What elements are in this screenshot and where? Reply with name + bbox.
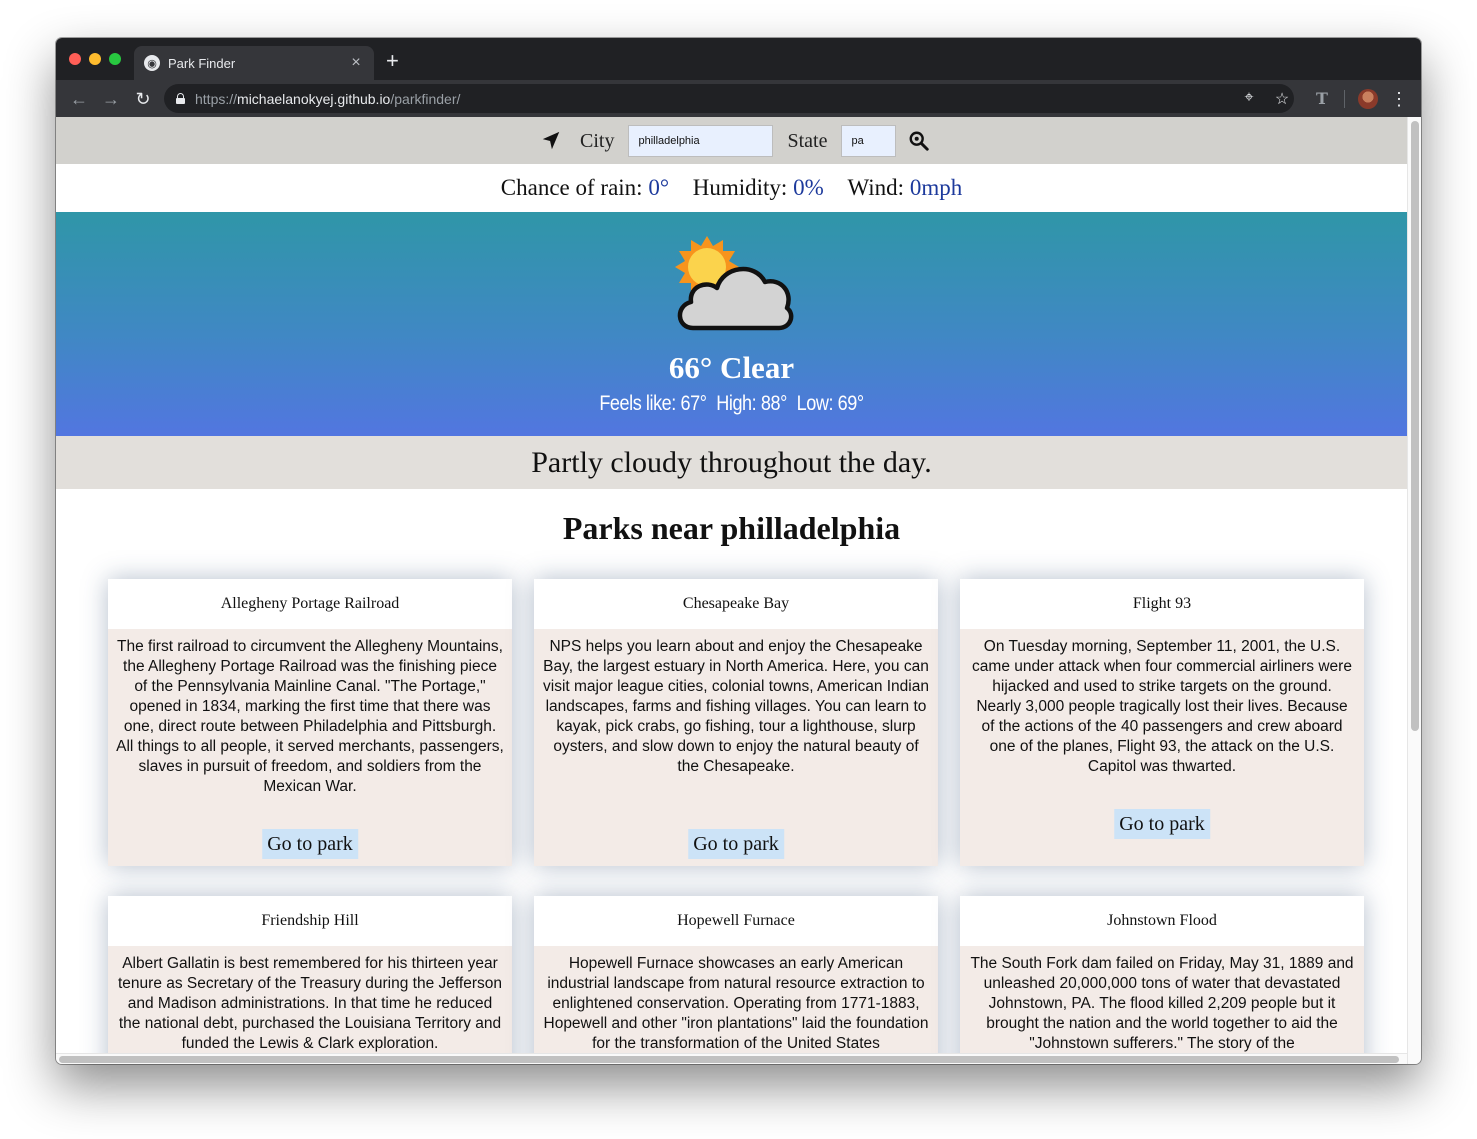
- go-to-park-button[interactable]: Go to park: [1114, 809, 1210, 839]
- address-bar[interactable]: https://michaelanokyej.github.io/parkfin…: [164, 84, 1294, 113]
- city-input[interactable]: [628, 125, 774, 157]
- horizontal-scrollbar[interactable]: [56, 1053, 1407, 1064]
- kebab-menu-icon[interactable]: ⋮: [1389, 89, 1409, 110]
- tab-close-icon[interactable]: ×: [348, 54, 364, 72]
- feels-like: Feels like: 67°: [599, 392, 707, 415]
- temperature-condition: 66° Clear: [668, 350, 795, 385]
- park-description: Albert Gallatin is best remembered for h…: [118, 955, 502, 1052]
- park-name: Flight 93: [960, 579, 1364, 629]
- browser-toolbar: ← → ↻ https://michaelanokyej.github.io/p…: [56, 80, 1421, 117]
- partly-cloudy-icon: [675, 236, 794, 331]
- maximize-window-button[interactable]: [109, 53, 121, 65]
- park-name: Hopewell Furnace: [534, 896, 938, 946]
- park-description: Hopewell Furnace showcases an early Amer…: [543, 955, 929, 1052]
- tab-title: Park Finder: [168, 55, 236, 71]
- wind-stat: Wind: 0mph: [847, 175, 963, 200]
- url-text: https://michaelanokyej.github.io/parkfin…: [195, 90, 461, 107]
- park-name: Friendship Hill: [108, 896, 512, 946]
- park-description: The first railroad to circumvent the All…: [116, 638, 504, 795]
- avatar[interactable]: [1358, 89, 1378, 109]
- state-input[interactable]: [841, 125, 897, 157]
- extension-icon[interactable]: T: [1312, 89, 1332, 108]
- humidity-stat: Humidity: 0%: [692, 175, 824, 200]
- page-viewport: City State Chance of rain: 0° Humidity: …: [56, 117, 1407, 1053]
- browser-window: ◉ Park Finder × + ← → ↻ https://michaela…: [56, 38, 1421, 1064]
- location-target-icon[interactable]: ⌖: [1239, 89, 1259, 107]
- search-bar: City State: [56, 117, 1407, 164]
- temperature-details: Feels like: 67° High: 88° Low: 69°: [151, 392, 1313, 416]
- star-icon[interactable]: ☆: [1272, 89, 1292, 109]
- park-card: Friendship Hill Albert Gallatin is best …: [108, 896, 512, 1053]
- search-icon[interactable]: [908, 130, 930, 152]
- state-label: State: [787, 129, 828, 152]
- reload-icon[interactable]: ↻: [132, 88, 154, 110]
- go-to-park-button[interactable]: Go to park: [688, 829, 784, 859]
- park-card: Allegheny Portage Railroad The first rai…: [108, 579, 512, 866]
- low-temp: Low: 69°: [796, 392, 864, 415]
- parks-heading: Parks near philladelphia: [562, 510, 901, 546]
- park-description: On Tuesday morning, September 11, 2001, …: [972, 638, 1352, 775]
- horizontal-scroll-thumb[interactable]: [59, 1056, 1399, 1063]
- vertical-scrollbar[interactable]: [1407, 117, 1421, 1064]
- current-weather: 66° Clear Feels like: 67° High: 88° Low:…: [56, 212, 1407, 436]
- weather-summary: Partly cloudy throughout the day.: [56, 436, 1407, 489]
- park-card: Johnstown Flood The South Fork dam faile…: [960, 896, 1364, 1053]
- park-name: Chesapeake Bay: [534, 579, 938, 629]
- toolbar-divider: [1344, 90, 1345, 108]
- park-card: Hopewell Furnace Hopewell Furnace showca…: [534, 896, 938, 1053]
- navigation-arrow-icon[interactable]: [540, 130, 562, 152]
- city-label: City: [580, 129, 615, 152]
- globe-icon: ◉: [144, 55, 160, 71]
- park-card: Flight 93 On Tuesday morning, September …: [960, 579, 1364, 866]
- vertical-scroll-thumb[interactable]: [1411, 121, 1419, 731]
- tab-park-finder[interactable]: ◉ Park Finder ×: [134, 46, 374, 80]
- close-window-button[interactable]: [69, 53, 81, 65]
- go-to-park-button[interactable]: Go to park: [262, 829, 358, 859]
- high-temp: High: 88°: [716, 392, 787, 415]
- lock-icon[interactable]: [176, 93, 185, 104]
- park-description: NPS helps you learn about and enjoy the …: [543, 638, 929, 775]
- park-name: Allegheny Portage Railroad: [108, 579, 512, 629]
- park-name: Johnstown Flood: [960, 896, 1364, 946]
- back-arrow-icon[interactable]: ←: [68, 88, 90, 110]
- minimize-window-button[interactable]: [89, 53, 101, 65]
- weather-stats: Chance of rain: 0° Humidity: 0% Wind: 0m…: [56, 164, 1407, 212]
- title-bar: ◉ Park Finder × +: [56, 38, 1421, 80]
- park-card: Chesapeake Bay NPS helps you learn about…: [534, 579, 938, 866]
- park-description: The South Fork dam failed on Friday, May…: [970, 955, 1354, 1052]
- new-tab-button[interactable]: +: [386, 50, 399, 72]
- rain-stat: Chance of rain: 0°: [500, 175, 670, 200]
- forward-arrow-icon[interactable]: →: [100, 88, 122, 110]
